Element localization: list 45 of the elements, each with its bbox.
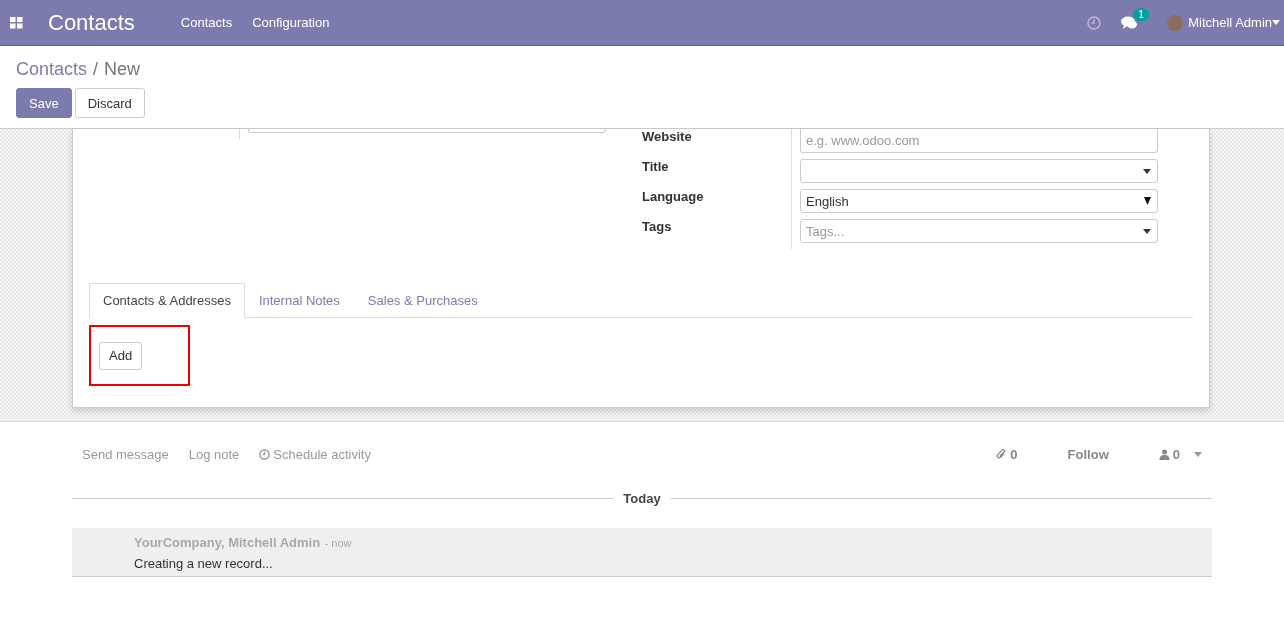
website-input[interactable]: e.g. www.odoo.com (800, 129, 1158, 153)
dropdown-caret-icon (1143, 228, 1151, 234)
tab[interactable]: Internal Notes (244, 283, 354, 318)
clock-icon[interactable] (1087, 15, 1102, 30)
avatar-icon (1167, 14, 1184, 31)
person-icon (1158, 448, 1170, 460)
title-dropdown[interactable] (800, 159, 1158, 183)
message-author: YourCompany, Mitchell Admin (134, 535, 321, 550)
date-separator: Today (622, 490, 662, 506)
tab[interactable]: Sales & Purchases (353, 283, 492, 318)
menu-item[interactable]: Contacts (180, 15, 233, 30)
message-time: - now (324, 537, 352, 549)
menu-item[interactable]: Configuration (252, 15, 330, 30)
field-label: Website (642, 129, 692, 144)
follow-button[interactable]: Follow (1067, 446, 1109, 462)
save-button[interactable]: Save (16, 88, 72, 118)
field-label: Title (642, 159, 669, 174)
dropdown-caret-icon (1143, 168, 1151, 174)
breadcrumb-link[interactable]: Contacts (16, 59, 88, 80)
send-message-link[interactable]: Send message (82, 446, 169, 462)
breadcrumb-separator: / (93, 59, 99, 80)
breadcrumb-current: New (104, 59, 141, 80)
user-menu[interactable]: Mitchell Admin (1167, 14, 1280, 31)
language-select[interactable]: English (800, 189, 1158, 213)
field-label: Tags (642, 219, 672, 234)
caret-icon (1194, 451, 1202, 457)
caret-icon (1144, 197, 1151, 205)
attachments-button[interactable]: 0 (996, 446, 1018, 462)
clock-icon (259, 448, 271, 460)
followers-button[interactable]: 0 (1158, 446, 1180, 462)
log-note-link[interactable]: Log note (188, 446, 240, 462)
apps-menu-icon[interactable] (10, 16, 23, 29)
discard-button[interactable]: Discard (74, 88, 145, 118)
paperclip-icon (996, 448, 1008, 460)
message-count-badge: 1 (1133, 7, 1149, 21)
input-field[interactable] (248, 129, 606, 133)
tags-input[interactable]: Tags... (800, 219, 1158, 243)
tab[interactable]: Contacts & Addresses (89, 283, 245, 318)
chat-icon[interactable] (1121, 15, 1138, 30)
message-body: Creating a new record... (134, 556, 274, 571)
field-label: Language (642, 189, 704, 204)
schedule-activity-link[interactable]: Schedule activity (259, 446, 371, 462)
add-button[interactable]: Add (99, 341, 143, 370)
caret-icon (1272, 20, 1280, 25)
app-title: Contacts (48, 9, 135, 36)
